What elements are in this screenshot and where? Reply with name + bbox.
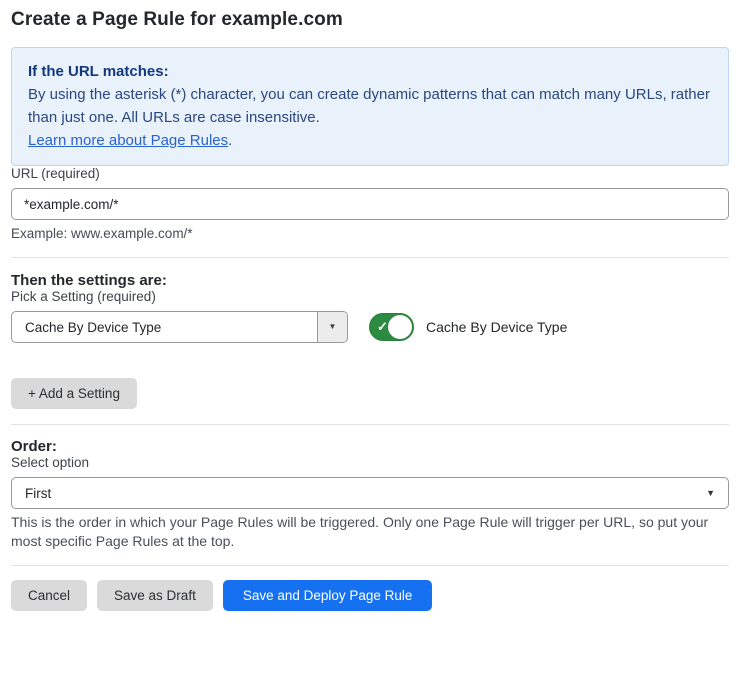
info-box-link-line: Learn more about Page Rules. <box>28 129 712 152</box>
create-page-rule-form: Create a Page Rule for example.com If th… <box>0 0 750 631</box>
learn-more-page-rules-link[interactable]: Learn more about Page Rules <box>28 132 228 149</box>
info-box-heading: If the URL matches: <box>28 60 712 83</box>
save-as-draft-button[interactable]: Save as Draft <box>97 580 213 611</box>
add-setting-button[interactable]: + Add a Setting <box>11 378 137 409</box>
order-select-value: First <box>12 486 706 501</box>
cancel-button[interactable]: Cancel <box>11 580 87 611</box>
toggle-label: Cache By Device Type <box>426 319 567 335</box>
setting-select[interactable]: Cache By Device Type ▼ <box>11 311 348 343</box>
select-option-label: Select option <box>11 455 729 470</box>
setting-select-value: Cache By Device Type <box>12 320 317 335</box>
footer-actions: Cancel Save as Draft Save and Deploy Pag… <box>11 580 729 611</box>
setting-row: Cache By Device Type ▼ ✓ Cache By Device… <box>11 311 729 343</box>
url-example-helper: Example: www.example.com/* <box>11 226 729 241</box>
chevron-down-icon: ▼ <box>329 323 337 331</box>
save-and-deploy-button[interactable]: Save and Deploy Page Rule <box>223 580 433 611</box>
url-match-info-box: If the URL matches: By using the asteris… <box>11 47 729 166</box>
url-input[interactable] <box>11 188 729 220</box>
section-divider <box>11 424 729 425</box>
settings-section-heading: Then the settings are: <box>11 272 729 289</box>
footer-divider <box>11 565 729 566</box>
setting-select-arrow-button[interactable]: ▼ <box>317 312 347 342</box>
cache-by-device-type-toggle[interactable]: ✓ <box>369 313 414 341</box>
section-divider <box>11 257 729 258</box>
pick-setting-label: Pick a Setting (required) <box>11 289 729 304</box>
page-title: Create a Page Rule for example.com <box>11 9 729 31</box>
check-icon: ✓ <box>377 320 388 333</box>
chevron-down-icon: ▼ <box>706 489 715 498</box>
info-box-body: By using the asterisk (*) character, you… <box>28 83 712 129</box>
link-period: . <box>228 132 232 149</box>
url-label: URL (required) <box>11 166 729 181</box>
order-section-heading: Order: <box>11 438 729 455</box>
toggle-knob <box>388 315 412 339</box>
order-helper-text: This is the order in which your Page Rul… <box>11 513 729 551</box>
order-select[interactable]: First ▼ <box>11 477 729 509</box>
